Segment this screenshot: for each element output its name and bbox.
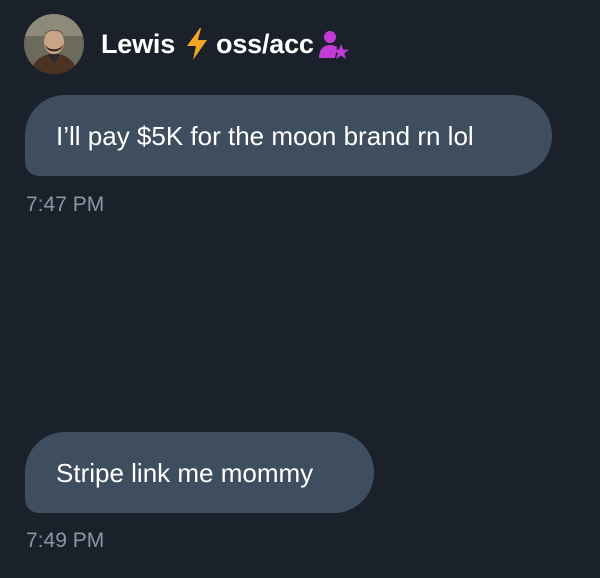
person-star-icon [318,29,350,61]
lightning-bolt-icon [184,27,210,61]
message-text: Stripe link me mommy [56,457,314,488]
display-name[interactable]: Lewis oss/acc [101,27,350,61]
message-text: I’ll pay $5K for the moon brand rn lol [56,120,474,151]
message-timestamp: 7:49 PM [26,529,105,552]
display-name-suffix: oss/acc [216,28,314,59]
chat-header: Lewis oss/acc [24,14,350,74]
message-timestamp: 7:47 PM [26,193,105,216]
message-bubble[interactable]: I’ll pay $5K for the moon brand rn lol [25,95,552,176]
message-bubble[interactable]: Stripe link me mommy [25,432,374,513]
display-name-text: Lewis [101,28,176,59]
avatar[interactable] [24,14,84,74]
